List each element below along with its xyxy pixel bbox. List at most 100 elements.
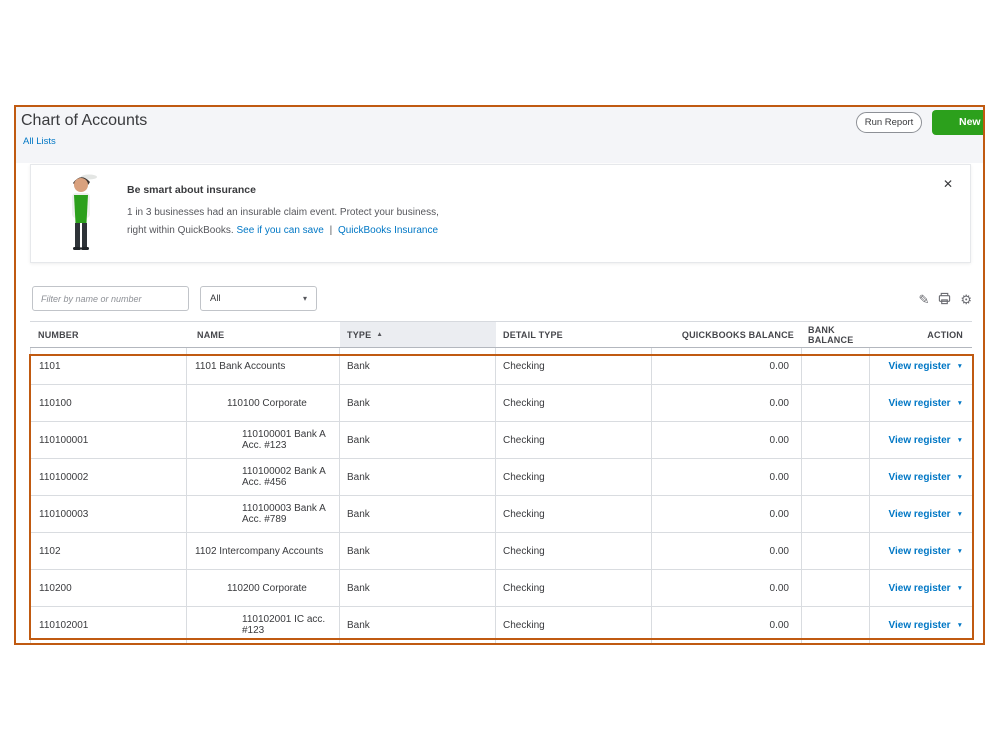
table-row: 110100001 110100001 Bank A Acc. #123 Ban… xyxy=(30,422,972,459)
action-cell: View register ▼ xyxy=(870,570,972,606)
run-report-button[interactable]: Run Report xyxy=(856,112,922,133)
table-toolbar: ✎ ⚙ xyxy=(918,292,972,308)
quickbooks-balance-cell: 0.00 xyxy=(652,570,802,606)
account-name-cell: 110200 Corporate xyxy=(187,570,340,606)
action-cell: View register ▼ xyxy=(870,459,972,495)
account-number-cell: 110102001 xyxy=(30,607,187,643)
account-type-cell: Bank xyxy=(340,533,496,569)
bank-balance-cell xyxy=(802,533,870,569)
banner-body-line1: 1 in 3 businesses had an insurable claim… xyxy=(127,207,439,218)
account-name-cell: 1102 Intercompany Accounts xyxy=(187,533,340,569)
table-row: 110100 110100 Corporate Bank Checking 0.… xyxy=(30,385,972,422)
header-name[interactable]: NAME xyxy=(187,322,340,347)
table-row: 1102 1102 Intercompany Accounts Bank Che… xyxy=(30,533,972,570)
account-type-cell: Bank xyxy=(340,570,496,606)
view-register-button[interactable]: View register ▼ xyxy=(888,398,963,409)
account-detail-type-cell: Checking xyxy=(496,533,652,569)
banner-body-line2: right within QuickBooks. See if you can … xyxy=(127,225,438,236)
person-illustration xyxy=(61,173,101,253)
view-register-button[interactable]: View register ▼ xyxy=(888,620,963,631)
quickbooks-balance-cell: 0.00 xyxy=(652,348,802,384)
banner-body-line2-text: right within QuickBooks. xyxy=(127,225,234,236)
action-cell: View register ▼ xyxy=(870,348,972,384)
account-type-cell: Bank xyxy=(340,607,496,643)
insurance-banner: Be smart about insurance 1 in 3 business… xyxy=(30,164,971,263)
sort-ascending-icon: ▲ xyxy=(376,331,383,338)
header-bank-balance[interactable]: BANK BALANCE xyxy=(802,322,870,347)
header-type-label: TYPE xyxy=(347,330,371,340)
account-number-cell: 110100003 xyxy=(30,496,187,532)
chevron-down-icon: ▼ xyxy=(957,511,963,518)
header-type-sorted[interactable]: TYPE ▲ xyxy=(340,322,496,347)
table-row: 110100003 110100003 Bank A Acc. #789 Ban… xyxy=(30,496,972,533)
view-register-button[interactable]: View register ▼ xyxy=(888,509,963,520)
quickbooks-balance-cell: 0.00 xyxy=(652,459,802,495)
quickbooks-balance-cell: 0.00 xyxy=(652,496,802,532)
account-type-cell: Bank xyxy=(340,385,496,421)
bank-balance-cell xyxy=(802,348,870,384)
header-action: ACTION xyxy=(870,322,972,347)
account-name-cell: 1101 Bank Accounts xyxy=(187,348,340,384)
view-register-label: View register xyxy=(888,509,950,520)
table-row: 110102001 110102001 IC acc. #123 Bank Ch… xyxy=(30,607,972,644)
bank-balance-cell xyxy=(802,607,870,643)
quickbooks-balance-cell: 0.00 xyxy=(652,385,802,421)
print-icon[interactable] xyxy=(938,292,951,308)
chevron-down-icon: ▼ xyxy=(957,400,963,407)
accounts-table: NUMBER NAME TYPE ▲ DETAIL TYPE QUICKBOOK… xyxy=(30,321,972,644)
account-detail-type-cell: Checking xyxy=(496,385,652,421)
action-cell: View register ▼ xyxy=(870,533,972,569)
view-register-label: View register xyxy=(888,435,950,446)
account-type-cell: Bank xyxy=(340,496,496,532)
view-register-button[interactable]: View register ▼ xyxy=(888,361,963,372)
all-lists-link[interactable]: All Lists xyxy=(23,136,56,147)
account-number-cell: 1102 xyxy=(30,533,187,569)
view-register-button[interactable]: View register ▼ xyxy=(888,546,963,557)
account-detail-type-cell: Checking xyxy=(496,459,652,495)
header-number[interactable]: NUMBER xyxy=(30,322,187,347)
account-detail-type-cell: Checking xyxy=(496,570,652,606)
header-detail-type[interactable]: DETAIL TYPE xyxy=(496,322,652,347)
banner-title: Be smart about insurance xyxy=(127,184,256,196)
view-register-label: View register xyxy=(888,398,950,409)
chevron-down-icon: ▼ xyxy=(957,474,963,481)
banner-link-divider: | xyxy=(330,225,333,236)
banner-close-icon[interactable]: ✕ xyxy=(943,177,953,191)
table-header-row: NUMBER NAME TYPE ▲ DETAIL TYPE QUICKBOOK… xyxy=(30,321,972,348)
chevron-down-icon: ▼ xyxy=(957,585,963,592)
view-register-label: View register xyxy=(888,583,950,594)
account-number-cell: 110100002 xyxy=(30,459,187,495)
bank-balance-cell xyxy=(802,459,870,495)
see-if-you-can-save-link[interactable]: See if you can save xyxy=(237,225,324,236)
view-register-label: View register xyxy=(888,361,950,372)
account-number-cell: 110100 xyxy=(30,385,187,421)
account-name-cell: 110102001 IC acc. #123 xyxy=(187,607,340,643)
edit-pencil-icon[interactable]: ✎ xyxy=(918,293,929,307)
filter-search-input[interactable] xyxy=(32,286,189,311)
account-type-cell: Bank xyxy=(340,348,496,384)
chevron-down-icon: ▼ xyxy=(957,622,963,629)
bank-balance-cell xyxy=(802,570,870,606)
page-title: Chart of Accounts xyxy=(21,112,147,130)
header-quickbooks-balance[interactable]: QUICKBOOKS BALANCE xyxy=(652,322,802,347)
new-button[interactable]: New xyxy=(932,110,985,135)
account-detail-type-cell: Checking xyxy=(496,422,652,458)
account-type-cell: Bank xyxy=(340,422,496,458)
chevron-down-icon: ▾ xyxy=(303,294,307,303)
view-register-button[interactable]: View register ▼ xyxy=(888,435,963,446)
quickbooks-insurance-link[interactable]: QuickBooks Insurance xyxy=(338,225,438,236)
bank-balance-cell xyxy=(802,496,870,532)
chevron-down-icon: ▼ xyxy=(957,548,963,555)
view-register-button[interactable]: View register ▼ xyxy=(888,583,963,594)
view-register-button[interactable]: View register ▼ xyxy=(888,472,963,483)
account-detail-type-cell: Checking xyxy=(496,348,652,384)
quickbooks-balance-cell: 0.00 xyxy=(652,607,802,643)
gear-icon[interactable]: ⚙ xyxy=(960,293,972,307)
chevron-down-icon: ▼ xyxy=(957,437,963,444)
type-filter-dropdown[interactable]: All ▾ xyxy=(200,286,317,311)
account-number-cell: 110200 xyxy=(30,570,187,606)
action-cell: View register ▼ xyxy=(870,385,972,421)
type-filter-value: All xyxy=(210,293,221,304)
table-row: 110200 110200 Corporate Bank Checking 0.… xyxy=(30,570,972,607)
account-detail-type-cell: Checking xyxy=(496,607,652,643)
